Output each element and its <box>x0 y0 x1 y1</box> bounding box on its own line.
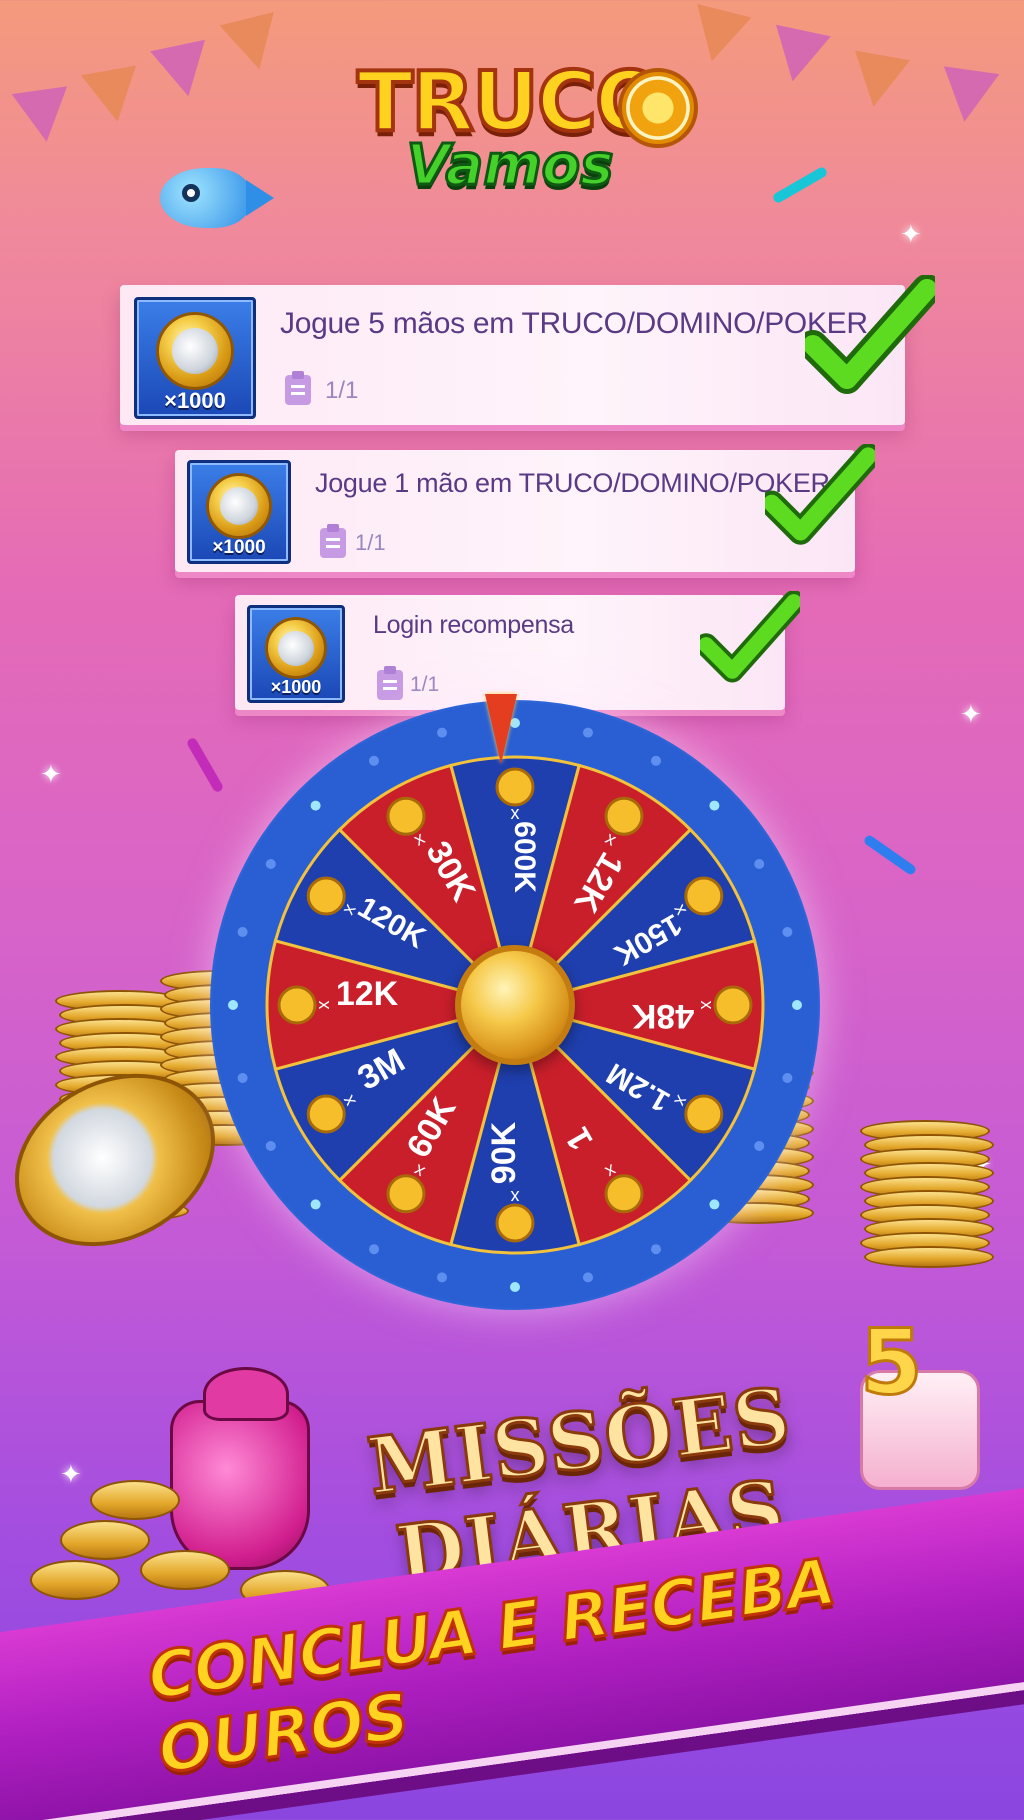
coin-icon <box>713 985 753 1025</box>
coin-icon <box>386 796 426 836</box>
rim-light <box>651 755 661 766</box>
gold-coin-icon <box>265 617 327 680</box>
rim-light <box>754 859 765 869</box>
rim-light <box>228 1000 238 1010</box>
sparkle-icon: ✦ <box>960 700 982 730</box>
rim-light <box>782 1072 793 1083</box>
coin-icon <box>495 767 535 807</box>
rim-light <box>651 1244 661 1255</box>
mission-title: Jogue 5 mãos em TRUCO/DOMINO/POKER <box>280 307 868 340</box>
mission-title: Login recompensa <box>373 611 574 639</box>
rim-light <box>237 927 248 938</box>
prize-wheel[interactable]: 600K x 12K x 150K x 48K x 1.2M x 1 x 90K x 60K x 3M x 12K x… <box>210 700 820 1310</box>
rim-light <box>369 1244 379 1255</box>
rim-light <box>754 1141 765 1151</box>
segment-value: 90K <box>485 1121 523 1184</box>
clipboard-icon <box>377 666 403 700</box>
reward-amount: ×1000 <box>164 388 226 413</box>
rim-light <box>265 859 276 869</box>
mission-progress: 1/1 <box>410 673 440 696</box>
sparkle-icon: ✦ <box>60 1460 82 1490</box>
sparkle-icon: ✦ <box>900 220 922 250</box>
rim-light <box>310 1199 321 1210</box>
coin-icon <box>277 985 317 1025</box>
reward-amount: ×1000 <box>270 677 322 697</box>
reward-amount: ×1000 <box>212 537 266 558</box>
segment-multiplier: x <box>511 803 520 823</box>
sparkle-icon: ✦ <box>40 760 62 790</box>
rim-light <box>237 1072 248 1083</box>
rim-light <box>369 755 379 766</box>
segment-multiplier: x <box>511 1187 520 1207</box>
clipboard-icon <box>320 524 346 558</box>
coin-icon <box>604 1174 644 1214</box>
game-logo: TRUCO Vamos <box>310 56 710 228</box>
coin-icon <box>495 1203 535 1243</box>
segment-value: 600K <box>508 821 541 893</box>
gold-coin-icon <box>156 312 234 391</box>
wheel-pointer-icon <box>485 694 517 764</box>
rim-light <box>510 1282 520 1292</box>
rim-light <box>582 727 593 738</box>
mission-card[interactable]: ×1000 Jogue 5 mãos em TRUCO/DOMINO/POKER… <box>120 275 935 425</box>
checkmark-icon <box>765 444 875 545</box>
segment-multiplier: x <box>697 1001 717 1010</box>
checkmark-icon <box>805 275 935 394</box>
rim-light <box>437 727 448 738</box>
rim-light <box>310 800 321 811</box>
mission-progress: 1/1 <box>325 377 359 404</box>
mission-progress: 1/1 <box>355 530 386 555</box>
coin-icon <box>306 1094 346 1134</box>
rim-light <box>437 1272 448 1283</box>
segment-multiplier: x <box>313 1001 333 1010</box>
mission-card[interactable]: ×1000 Jogue 1 mão em TRUCO/DOMINO/POKER … <box>175 444 875 572</box>
wheel-hub[interactable] <box>455 945 575 1065</box>
gold-coin-icon <box>206 473 272 540</box>
rim-light <box>709 800 720 811</box>
confetti <box>771 165 829 205</box>
mission-card[interactable]: ×1000 Login recompensa 1/1 <box>235 591 800 710</box>
rim-light <box>582 1272 593 1283</box>
reward-badge: ×1000 <box>247 605 345 703</box>
rim-light <box>782 927 793 938</box>
rim-light <box>792 1000 802 1010</box>
stacked-coin <box>864 1246 994 1268</box>
coin-icon <box>684 876 724 916</box>
clipboard-icon <box>285 371 311 405</box>
rim-light <box>265 1141 276 1151</box>
segment-value: 12K <box>336 975 399 1013</box>
fish-icon <box>160 168 274 228</box>
segment-value: 48K <box>631 997 694 1035</box>
mission-title: Jogue 1 mão em TRUCO/DOMINO/POKER <box>315 468 830 498</box>
rim-light <box>709 1199 720 1210</box>
confetti <box>862 833 918 877</box>
poker-chip-icon <box>618 68 698 148</box>
reward-badge: ×1000 <box>187 460 291 564</box>
reward-badge: ×1000 <box>134 297 256 419</box>
checkmark-icon <box>700 591 800 683</box>
